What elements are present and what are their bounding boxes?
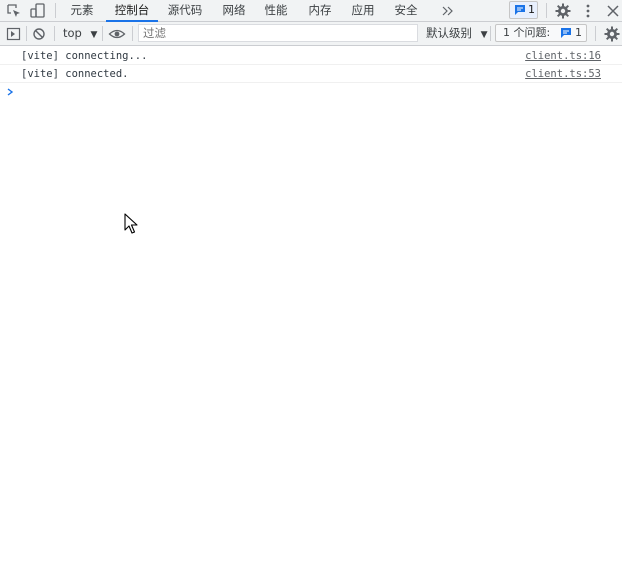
log-message-text: [vite] connecting... <box>21 50 148 62</box>
issues-count-button[interactable]: 1 个问题: 1 <box>495 24 587 42</box>
console-prompt[interactable] <box>0 83 622 101</box>
toolbar-divider <box>102 26 103 41</box>
gear-icon[interactable] <box>554 2 572 20</box>
log-level-dropdown[interactable]: 默认级别 ▼ <box>426 22 488 45</box>
log-message: [vite] connecting... client.ts:16 <box>0 47 622 65</box>
issues-count-label: 1 个问题: <box>503 26 551 39</box>
tab-sources[interactable]: 源代码 <box>163 0 207 21</box>
console-output[interactable]: [vite] connecting... client.ts:16 [vite]… <box>0 46 622 564</box>
toolbar-divider <box>546 3 547 18</box>
devtools-tab-bar: 元素 控制台 源代码 网络 性能 内存 应用 安全 1 <box>0 0 622 22</box>
console-toolbar: top ▼ 默认级别 ▼ 1 个问题: 1 <box>0 22 622 46</box>
issues-badge-count: 1 <box>528 3 535 16</box>
log-message-text: [vite] connected. <box>21 68 129 80</box>
tab-security[interactable]: 安全 <box>388 0 424 21</box>
toolbar-divider <box>490 26 491 41</box>
mouse-cursor-icon <box>124 213 140 239</box>
issues-badge-button[interactable]: 1 <box>509 1 538 19</box>
log-message: [vite] connected. client.ts:53 <box>0 65 622 83</box>
chevron-double-right-icon[interactable] <box>439 2 457 20</box>
message-icon <box>515 5 525 15</box>
dropdown-arrow-icon: ▼ <box>480 30 488 40</box>
eye-icon[interactable] <box>108 25 126 43</box>
toolbar-divider <box>132 26 133 41</box>
dropdown-arrow-icon: ▼ <box>90 30 98 40</box>
tab-console[interactable]: 控制台 <box>106 0 158 22</box>
log-source-link[interactable]: client.ts:53 <box>525 65 601 83</box>
context-selector[interactable]: top ▼ <box>63 22 97 45</box>
tab-performance[interactable]: 性能 <box>258 0 294 21</box>
log-level-label: 默认级别 <box>426 26 472 40</box>
message-icon <box>561 28 571 38</box>
sidebar-toggle-icon[interactable] <box>5 25 23 43</box>
close-icon[interactable] <box>604 2 622 20</box>
tab-application[interactable]: 应用 <box>345 0 381 21</box>
tab-elements[interactable]: 元素 <box>63 0 101 21</box>
toolbar-divider <box>54 26 55 41</box>
inspect-element-icon[interactable] <box>5 2 23 20</box>
tab-memory[interactable]: 内存 <box>302 0 338 21</box>
log-source-link[interactable]: client.ts:16 <box>525 47 601 65</box>
filter-input[interactable] <box>138 24 418 42</box>
toolbar-divider <box>55 3 56 18</box>
console-settings-gear-icon[interactable] <box>603 25 621 43</box>
issues-count-value: 1 <box>575 26 582 39</box>
context-value: top <box>63 26 82 40</box>
device-toggle-icon[interactable] <box>29 2 47 20</box>
tab-network[interactable]: 网络 <box>216 0 252 21</box>
prompt-chevron-icon <box>7 88 14 96</box>
toolbar-divider <box>595 26 596 41</box>
clear-console-icon[interactable] <box>30 25 48 43</box>
more-options-icon[interactable] <box>579 2 597 20</box>
toolbar-divider <box>26 26 27 41</box>
